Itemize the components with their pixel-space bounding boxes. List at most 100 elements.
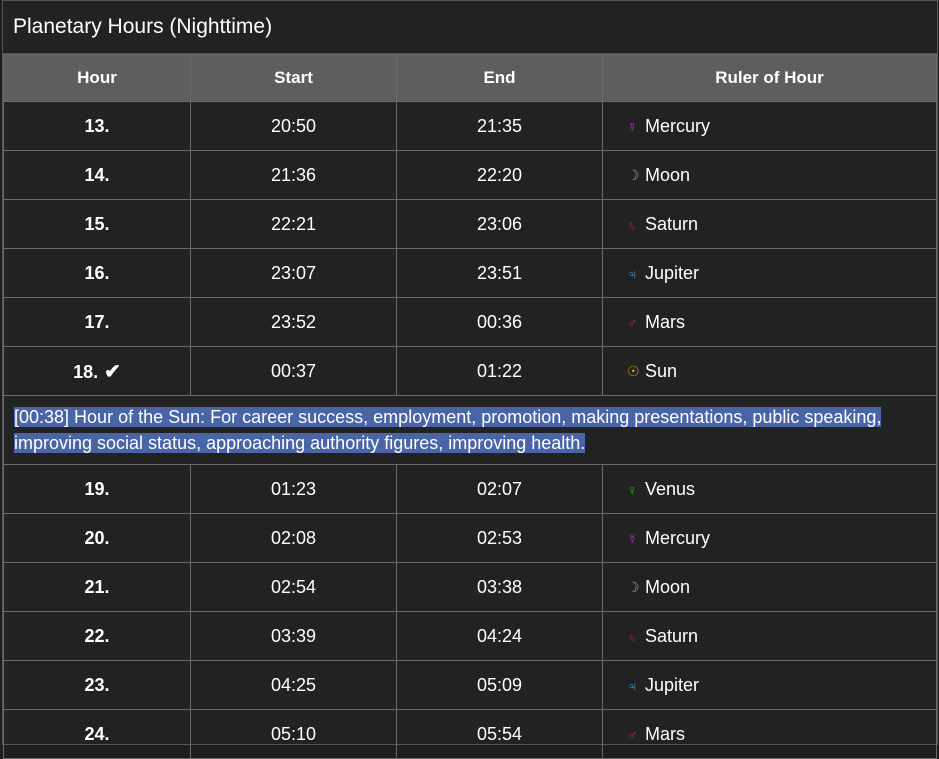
table-row: 22. 03:39 04:24 ♄ Saturn [3, 611, 937, 661]
table-row: 20. 02:08 02:53 ☿ Mercury [3, 513, 937, 563]
checkmark-icon: ✔ [104, 360, 121, 383]
end-time: 00:36 [396, 297, 603, 347]
table-row: 24. 05:10 05:54 ♂ Mars [3, 709, 937, 759]
ruler-name: Mars [645, 723, 685, 744]
hour-label: 15. [84, 213, 110, 234]
sun-symbol-icon: ☉ [627, 363, 640, 380]
end-time: 02:53 [396, 513, 603, 563]
end-time: 05:54 [396, 709, 603, 759]
ruler-of-hour: ♃ Jupiter [602, 248, 937, 298]
table-row: 16. 23:07 23:51 ♃ Jupiter [3, 248, 937, 298]
end-time: 21:35 [396, 101, 603, 151]
ruler-name: Mercury [645, 115, 711, 136]
moon-symbol-icon: ☽ [627, 579, 640, 596]
start-time: 20:50 [190, 101, 397, 151]
header-hour: Hour [3, 54, 191, 102]
start-time: 03:39 [190, 611, 397, 661]
table-row: 14. 21:36 22:20 ☽ Moon [3, 150, 937, 200]
mercury-symbol-icon: ☿ [627, 118, 638, 135]
hour-number: 15. [3, 199, 191, 249]
end-time: 23:06 [396, 199, 603, 249]
start-time: 05:10 [190, 709, 397, 759]
end-time: 03:38 [396, 562, 603, 612]
hour-number: 22. [3, 611, 191, 661]
start-time: 23:52 [190, 297, 397, 347]
ruler-of-hour: ♂ Mars [602, 709, 937, 759]
table-row: 17. 23:52 00:36 ♂ Mars [3, 297, 937, 347]
start-time: 01:23 [190, 464, 397, 514]
ruler-of-hour: ☽ Moon [602, 562, 937, 612]
saturn-symbol-icon: ♄ [627, 628, 638, 645]
venus-symbol-icon: ♀ [627, 481, 638, 498]
ruler-name: Venus [645, 478, 696, 499]
start-time: 02:08 [190, 513, 397, 563]
end-time: 22:20 [396, 150, 603, 200]
hour-info-row: [00:38] Hour of the Sun: For career succ… [3, 395, 937, 465]
hour-label: 17. [84, 311, 110, 332]
end-time: 04:24 [396, 611, 603, 661]
header-end: End [396, 54, 603, 102]
ruler-name: Moon [645, 576, 691, 597]
ruler-name: Mars [645, 311, 685, 332]
hour-number: 20. [3, 513, 191, 563]
ruler-of-hour: ♂ Mars [602, 297, 937, 347]
ruler-of-hour: ♄ Saturn [602, 611, 937, 661]
table-body: 13. 20:50 21:35 ☿ Mercury 14. 21:36 22:20 ☽ Moon 1… [3, 101, 937, 759]
end-time: 23:51 [396, 248, 603, 298]
hour-number: 16. [3, 248, 191, 298]
hour-number: 14. [3, 150, 191, 200]
start-time: 00:37 [190, 346, 397, 396]
hour-label: 13. [84, 115, 110, 136]
mars-symbol-icon: ♂ [627, 726, 638, 743]
table-row: 21. 02:54 03:38 ☽ Moon [3, 562, 937, 612]
ruler-of-hour: ♃ Jupiter [602, 660, 937, 710]
ruler-of-hour: ☽ Moon [602, 150, 937, 200]
hour-label: 23. [84, 674, 110, 695]
hour-number: 24. [3, 709, 191, 759]
start-time: 04:25 [190, 660, 397, 710]
moon-symbol-icon: ☽ [627, 167, 640, 184]
hour-info-cell: [00:38] Hour of the Sun: For career succ… [3, 395, 937, 465]
hour-label: 24. [84, 723, 110, 744]
start-time: 22:21 [190, 199, 397, 249]
hour-label: 18. [73, 361, 99, 382]
hour-label: 20. [84, 527, 110, 548]
table-row: 15. 22:21 23:06 ♄ Saturn [3, 199, 937, 249]
end-time: 02:07 [396, 464, 603, 514]
ruler-name: Saturn [645, 213, 699, 234]
ruler-name: Jupiter [645, 674, 700, 695]
hour-label: 21. [84, 576, 110, 597]
ruler-of-hour: ♄ Saturn [602, 199, 937, 249]
header-ruler: Ruler of Hour [602, 54, 937, 102]
table-row: 13. 20:50 21:35 ☿ Mercury [3, 101, 937, 151]
hour-label: 19. [84, 478, 110, 499]
table-row: 23. 04:25 05:09 ♃ Jupiter [3, 660, 937, 710]
planetary-hours-panel: Planetary Hours (Nighttime) Hour Start E… [2, 0, 938, 759]
hour-number: 19. [3, 464, 191, 514]
hour-info-text: [00:38] Hour of the Sun: For career succ… [14, 407, 882, 453]
table-row: 19. 01:23 02:07 ♀ Venus [3, 464, 937, 514]
hours-table: Hour Start End Ruler of Hour 13. 20:50 21:… [3, 54, 937, 759]
panel-title: Planetary Hours (Nighttime) [3, 1, 937, 54]
hour-number: 18. ✔ [3, 346, 191, 396]
ruler-name: Sun [645, 360, 678, 381]
table-row: 18. ✔ 00:37 01:22 ☉ Sun [3, 346, 937, 396]
start-time: 23:07 [190, 248, 397, 298]
mercury-symbol-icon: ☿ [627, 530, 638, 547]
ruler-name: Jupiter [645, 262, 700, 283]
hour-label: 22. [84, 625, 110, 646]
hour-number: 23. [3, 660, 191, 710]
header-start: Start [190, 54, 397, 102]
hour-number: 21. [3, 562, 191, 612]
ruler-of-hour: ☉ Sun [602, 346, 937, 396]
ruler-of-hour: ☿ Mercury [602, 513, 937, 563]
ruler-of-hour: ♀ Venus [602, 464, 937, 514]
jupiter-symbol-icon: ♃ [627, 677, 638, 694]
hour-label: 16. [84, 262, 110, 283]
saturn-symbol-icon: ♄ [627, 216, 638, 233]
hour-number: 17. [3, 297, 191, 347]
ruler-name: Moon [645, 164, 691, 185]
mars-symbol-icon: ♂ [627, 314, 638, 331]
hour-label: 14. [84, 164, 110, 185]
jupiter-symbol-icon: ♃ [627, 265, 638, 282]
